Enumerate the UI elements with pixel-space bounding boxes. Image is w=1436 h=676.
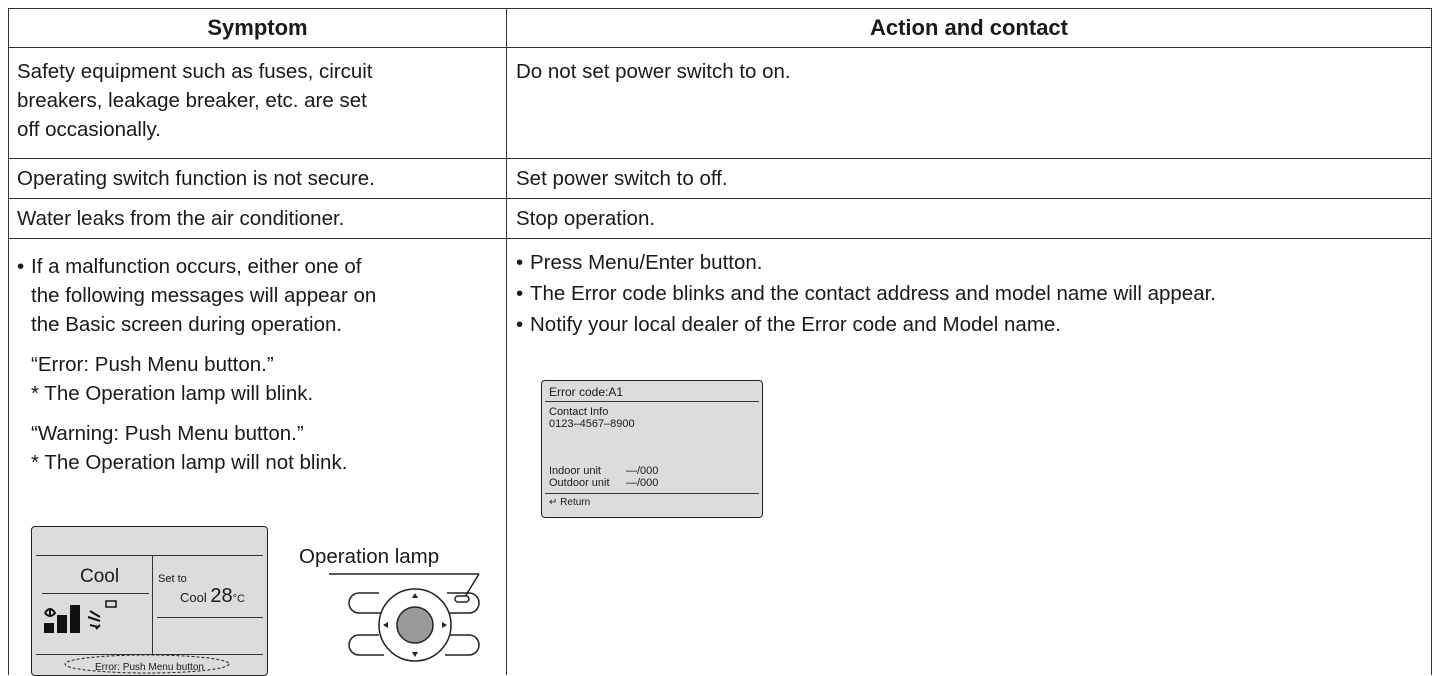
symptom-line: the Basic screen during operation. — [31, 313, 343, 336]
remote-controller-buttons — [329, 573, 480, 662]
action-header: Action and contact — [869, 15, 1068, 40]
symptom-line: breakers, leakage breaker, etc. are set — [17, 89, 367, 112]
symptom-line: Safety equipment such as fuses, circuit — [17, 60, 373, 83]
table-row: Water leaks from the air conditioner. St… — [9, 199, 1431, 239]
warning-message: “Warning: Push Menu button.” — [31, 422, 304, 445]
return-item: ↵ Return — [549, 497, 590, 509]
symptom-header: Symptom — [207, 15, 308, 40]
contact-info-label: Contact Info — [549, 406, 609, 418]
malfunction-action-cell: Press Menu/Enter button. The Error code … — [516, 248, 1216, 339]
outdoor-unit-label: Outdoor unit — [549, 477, 610, 489]
symptom-cell: Water leaks from the air conditioner. — [17, 207, 345, 230]
action-bullet: The Error code blinks and the contact ad… — [516, 279, 1216, 308]
return-icon: ↵ — [549, 497, 558, 508]
contact-phone: 0123–4567–8900 — [549, 418, 635, 430]
symptom-line: If a malfunction occurs, either one of — [31, 255, 362, 278]
table-row: Safety equipment such as fuses, circuit … — [9, 48, 1431, 159]
symptom-line: off occasionally. — [17, 118, 161, 141]
error-message: “Error: Push Menu button.” — [31, 353, 274, 376]
warning-note: * The Operation lamp will not blink. — [31, 451, 348, 474]
symptom-bullet: If a malfunction occurs, either one of t… — [17, 252, 497, 339]
lcd-temp: 28 — [210, 585, 233, 607]
table-row: Operating switch function is not secure.… — [9, 159, 1431, 199]
error-code-title: Error code:A1 — [549, 385, 624, 399]
remote-lcd-display: Cool Set to Cool 28°C Error: Push Menu b… — [31, 526, 268, 676]
table-header-row: Symptom Action and contact — [9, 9, 1431, 48]
lcd-mode: Cool — [80, 566, 120, 587]
lcd-set-mode: Cool — [180, 590, 207, 605]
action-cell: Set power switch to off. — [516, 167, 728, 190]
operation-lamp-label: Operation lamp — [299, 545, 440, 568]
outdoor-unit-value: —/000 — [626, 477, 659, 489]
fan-bars-icon — [44, 600, 117, 633]
symptom-line: the following messages will appear on — [31, 284, 377, 307]
indoor-unit-value: —/000 — [626, 465, 659, 477]
lcd-error-banner: Error: Push Menu button — [95, 662, 204, 673]
error-code-screen: Error code:A1 Contact Info 0123–4567–890… — [541, 380, 763, 518]
symptom-cell: Operating switch function is not secure. — [17, 167, 375, 190]
return-label: Return — [560, 497, 591, 508]
lcd-unit: °C — [232, 593, 245, 605]
malfunction-symptom-cell: If a malfunction occurs, either one of t… — [17, 252, 497, 477]
action-cell: Do not set power switch to on. — [516, 60, 791, 83]
troubleshooting-table: Symptom Action and contact Safety equipm… — [8, 8, 1432, 676]
symptom-cell: Safety equipment such as fuses, circuit … — [17, 57, 373, 144]
action-bullet: Press Menu/Enter button. — [516, 248, 1216, 277]
error-note: * The Operation lamp will blink. — [31, 382, 314, 405]
action-cell: Stop operation. — [516, 207, 656, 230]
indoor-unit-label: Indoor unit — [549, 465, 601, 477]
action-bullet: Notify your local dealer of the Error co… — [516, 310, 1216, 339]
